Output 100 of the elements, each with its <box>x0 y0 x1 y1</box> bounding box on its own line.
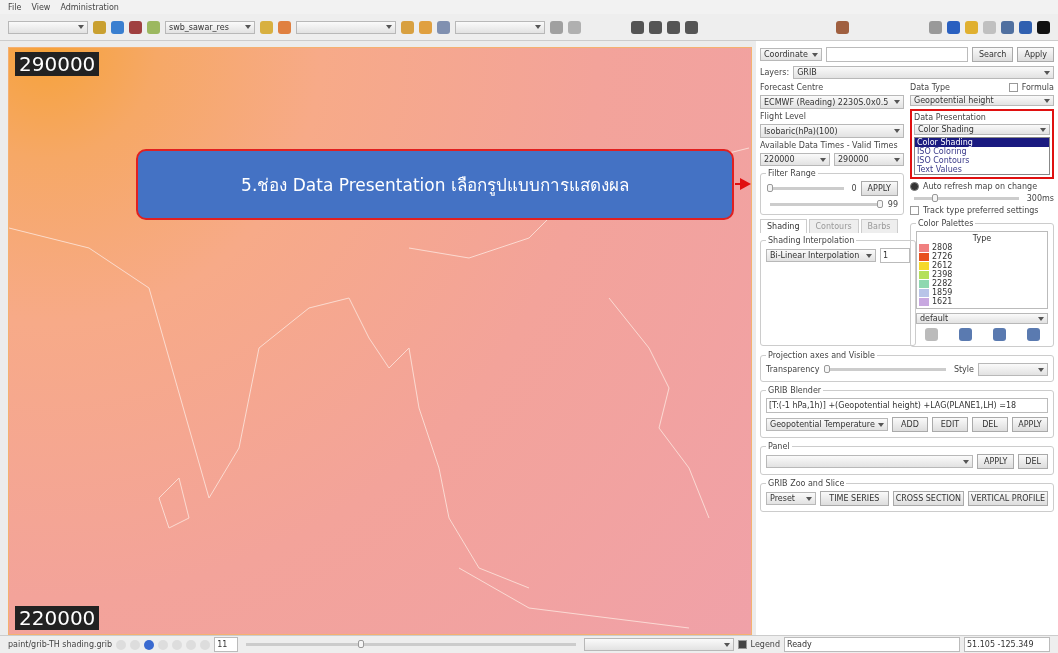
field-label: Layers: <box>760 68 790 77</box>
dropdown[interactable] <box>455 20 545 34</box>
dropdown[interactable]: Isobaric(hPa)(100) <box>760 124 904 138</box>
slider-thumb[interactable] <box>876 200 883 208</box>
group-title: Filter Range <box>767 169 817 178</box>
radio-label: Auto refresh map on change <box>923 182 1038 191</box>
map-label: 220000 <box>15 606 100 630</box>
checkbox-label: Legend <box>750 640 780 649</box>
caret-icon <box>894 100 900 104</box>
action-button[interactable]: TIME SERIES <box>820 491 889 506</box>
group-title: Shading Interpolation <box>767 236 856 245</box>
dropdown[interactable] <box>296 20 396 34</box>
menu-item[interactable]: View <box>31 2 51 12</box>
toolbar-icon[interactable] <box>1037 20 1050 34</box>
action-button[interactable]: APPLY <box>1012 417 1048 432</box>
formula-field[interactable]: [T:(-1 hPa,1h)] +(Geopotential height) +LAG(PLANE1,LH) =18 <box>766 398 1048 413</box>
field-label: Forecast Centre <box>760 83 825 92</box>
slider-value: 99 <box>887 200 898 209</box>
slider-thumb[interactable] <box>358 640 365 648</box>
field-label: Flight Level <box>760 112 807 121</box>
coordinates-field: 51.105 -125.349 <box>964 637 1050 652</box>
field-label: Style <box>953 365 974 374</box>
caret-icon <box>386 25 392 29</box>
field-label: Data Presentation <box>914 113 987 122</box>
caret-icon <box>1040 127 1046 132</box>
callout-arrow <box>735 177 751 191</box>
dropdown[interactable] <box>978 363 1048 376</box>
caret-icon <box>245 25 251 29</box>
dropdown[interactable]: 220000 <box>760 153 830 166</box>
slider-track[interactable] <box>246 643 576 646</box>
group-title: GRIB Blender <box>767 386 823 395</box>
caret-icon <box>535 25 541 29</box>
action-button[interactable]: ADD <box>892 417 928 432</box>
caret-icon <box>894 157 900 162</box>
dropdown[interactable]: 290000 <box>834 153 904 166</box>
slider-track[interactable] <box>827 368 946 371</box>
slider-thumb[interactable] <box>767 184 773 192</box>
group-title: GRIB Zoo and Slice <box>767 479 846 488</box>
dropdown[interactable] <box>8 20 88 34</box>
action-button[interactable]: EDIT <box>932 417 968 432</box>
slider-thumb[interactable] <box>931 194 938 202</box>
callout-box: 5.ช่อง Data Presentation เลือกรูปแบบการแสดงผล <box>136 149 734 220</box>
group-title: Panel <box>767 442 791 451</box>
action-button[interactable]: CROSS SECTION <box>892 491 965 506</box>
dropdown[interactable]: Geopotential height <box>910 95 1054 106</box>
status-text: paint/grib-TH shading.grib <box>8 640 113 649</box>
caret-icon <box>962 459 969 464</box>
checkbox[interactable] <box>1008 83 1018 92</box>
dropdown[interactable]: Preset <box>766 492 816 505</box>
caret-icon <box>78 25 84 29</box>
slider-label: Transparency <box>766 365 820 374</box>
caret-icon <box>1044 70 1050 75</box>
caret-icon <box>1038 316 1044 321</box>
dropdown[interactable] <box>766 455 973 468</box>
action-button[interactable]: DEL <box>972 417 1008 432</box>
slider-thumb[interactable] <box>824 365 831 373</box>
caret-icon <box>806 496 812 501</box>
dropdown[interactable]: swb_sawar_res <box>165 20 255 34</box>
palette-value: 1859 <box>932 288 953 297</box>
dropdown[interactable]: Coordinate <box>760 48 822 61</box>
action-button[interactable]: DEL <box>1018 454 1048 469</box>
spin-field[interactable]: 1 <box>880 248 910 263</box>
palette-value: 1621 <box>932 297 953 306</box>
palette-value: 2612 <box>932 261 953 270</box>
checkbox[interactable] <box>910 206 919 215</box>
search-button[interactable]: Search <box>971 47 1014 62</box>
action-button[interactable]: VERTICAL PROFILE <box>968 491 1048 506</box>
map-label: 290000 <box>15 52 100 76</box>
dropdown[interactable]: ECMWF (Reading) 2230S.0x0.5 <box>760 95 904 109</box>
slider-track[interactable] <box>770 203 880 206</box>
slider-value: 0 <box>851 184 857 193</box>
dropdown[interactable]: Bi-Linear Interpolation <box>766 249 876 262</box>
dropdown-option[interactable]: Color Shading <box>915 138 1049 147</box>
caret-icon <box>1038 367 1044 372</box>
slider-track[interactable] <box>770 187 844 190</box>
checkbox[interactable] <box>737 640 747 649</box>
status-message: Ready <box>784 637 960 652</box>
palette-value: 2726 <box>932 252 953 261</box>
search-field[interactable] <box>826 47 968 62</box>
apply-button[interactable]: Apply <box>1017 47 1054 62</box>
checkbox-label: Track type preferred settings <box>923 206 1039 215</box>
dropdown[interactable]: GRIB <box>793 66 1054 79</box>
palette-value: 2808 <box>932 243 953 252</box>
caret-icon <box>878 422 884 427</box>
menu-item[interactable]: File <box>8 2 22 12</box>
menu-item[interactable]: Administration <box>60 2 119 12</box>
dropdown[interactable]: Color Shading <box>914 124 1050 135</box>
field-label: Available Data Times - Valid Times <box>760 141 899 150</box>
tab[interactable]: Shading <box>760 219 807 233</box>
dropdown[interactable]: Geopotential Temperature <box>766 418 888 431</box>
caret-icon <box>866 253 872 258</box>
radio-button[interactable] <box>910 182 919 191</box>
zoom-field[interactable]: 11 <box>214 637 239 652</box>
slider-track[interactable] <box>914 197 1019 200</box>
group-title: Projection axes and Visible <box>767 351 876 360</box>
circle-icon[interactable] <box>144 639 155 650</box>
caret-icon <box>812 52 818 57</box>
action-button[interactable]: APPLY <box>976 454 1015 469</box>
apply-button[interactable]: APPLY <box>860 181 898 196</box>
dropdown[interactable]: default <box>916 313 1048 324</box>
